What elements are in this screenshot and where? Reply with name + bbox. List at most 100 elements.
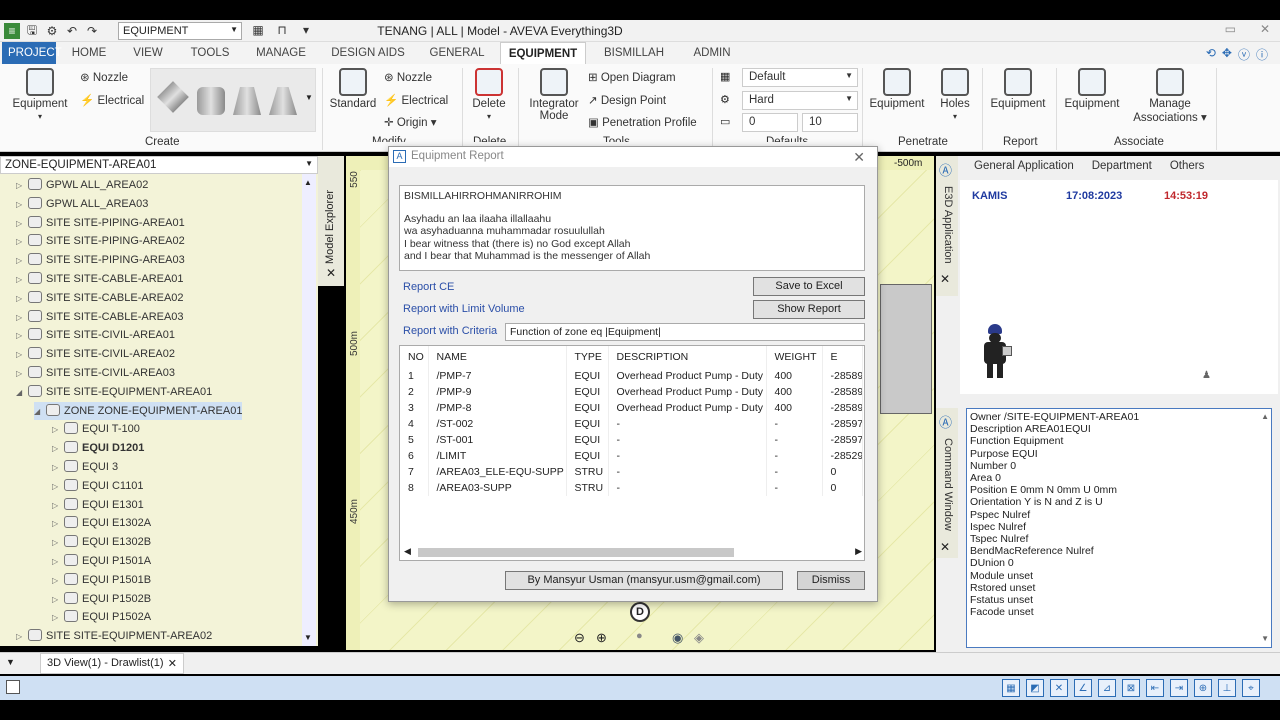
expand-icon[interactable]: ▷ <box>52 421 62 439</box>
modify-origin-button[interactable]: ✛ Origin ▾ <box>384 115 437 129</box>
table-row[interactable]: 1/PMP-7 EQUI Overhead Product Pump - Duty 4… <box>400 368 863 384</box>
column-header[interactable]: E <box>822 346 863 368</box>
lock-icon[interactable]: ⌖ <box>1242 679 1260 697</box>
expand-icon[interactable]: ▷ <box>52 440 62 458</box>
table-scrollbar[interactable]: ◀ ▶ <box>404 546 862 558</box>
angle-icon[interactable]: ∠ <box>1074 679 1092 697</box>
tab-general[interactable]: GENERAL <box>424 42 490 64</box>
scroll-thumb[interactable] <box>418 548 734 557</box>
close-icon[interactable]: ✕ <box>940 540 950 554</box>
scroll-up-icon[interactable]: ▲ <box>304 178 312 187</box>
tab-manage[interactable]: MANAGE <box>250 42 312 64</box>
compass-icon[interactable]: D <box>630 602 650 622</box>
tab-design-aids[interactable]: DESIGN AIDS <box>326 42 410 64</box>
tree-item[interactable]: ▷ SITE SITE-CIVIL-AREA03 <box>16 364 175 382</box>
tree-item[interactable]: ▷ EQUI P1502A <box>52 608 151 626</box>
tree-item[interactable]: ▷ SITE SITE-PIPING-AREA03 <box>16 251 185 269</box>
expand-icon[interactable]: ▷ <box>16 196 26 214</box>
info-icon[interactable]: ⓘ <box>1256 46 1268 63</box>
close-icon[interactable]: ✕ <box>168 657 177 670</box>
expand-icon[interactable]: ▷ <box>16 215 26 233</box>
tree-item[interactable]: ▷ EQUI E1301 <box>52 496 144 514</box>
tree-item[interactable]: ▷ EQUI T-100 <box>52 420 140 438</box>
modify-electrical-button[interactable]: ⚡ Electrical <box>384 93 448 107</box>
gallery-more-icon[interactable]: ▼ <box>305 93 313 102</box>
expand-icon[interactable]: ▷ <box>52 459 62 477</box>
table-row[interactable]: 2/PMP-9 EQUI Overhead Product Pump - Duty 4… <box>400 384 863 400</box>
level-to-input[interactable]: 10 <box>802 113 858 132</box>
tab-home[interactable]: HOME <box>66 42 112 64</box>
table-row[interactable]: 7/AREA03_ELE-EQU-SUPP STRU - -0 <box>400 464 863 480</box>
author-button[interactable]: By Mansyur Usman (mansyur.usm@gmail.com) <box>505 571 783 590</box>
expand-icon[interactable]: ▷ <box>16 365 26 383</box>
column-header[interactable]: NO <box>400 346 429 368</box>
tree-item[interactable]: ▷ SITE SITE-EQUIPMENT-AREA02 <box>16 627 212 645</box>
tree-item[interactable]: ▷ EQUI P1501B <box>52 571 151 589</box>
expand-icon[interactable]: ▷ <box>52 572 62 590</box>
target-icon[interactable]: ⊕ <box>1194 679 1212 697</box>
expand-icon[interactable]: ▷ <box>52 515 62 533</box>
cube-icon[interactable]: ◈ <box>694 630 704 646</box>
command-window-tab[interactable]: Ⓐ Command Window ✕ <box>936 408 958 558</box>
save-to-excel-button[interactable]: Save to Excel <box>753 277 865 296</box>
column-header[interactable]: TYPE <box>566 346 609 368</box>
scroll-left-icon[interactable]: ◀ <box>404 546 411 557</box>
delete-button[interactable]: Delete ▾ <box>468 68 510 122</box>
tree-item[interactable]: ▷ GPWL ALL_AREA02 <box>16 176 148 194</box>
command-output[interactable]: Owner /SITE-EQUIPMENT-AREA01 Description … <box>966 408 1272 648</box>
show-report-button[interactable]: Show Report <box>753 300 865 319</box>
modify-standard-button[interactable]: Standard <box>328 68 378 110</box>
ortho-icon[interactable]: ◩ <box>1026 679 1044 697</box>
cross-icon[interactable]: ✕ <box>1050 679 1068 697</box>
cylinder-icon[interactable] <box>197 87 225 115</box>
restore-icon[interactable]: ▭ <box>1225 22 1236 36</box>
measure-icon[interactable]: ⊿ <box>1098 679 1116 697</box>
tree-item[interactable]: ▷ EQUI 3 <box>52 458 118 476</box>
home-view-icon[interactable]: ● <box>636 630 643 642</box>
tree-item[interactable]: ▷ EQUI D1201 <box>52 439 144 457</box>
tree-item[interactable]: ▷ SITE SITE-CABLE-AREA01 <box>16 270 184 288</box>
expand-icon[interactable]: ◢ <box>34 403 44 421</box>
tab-equipment[interactable]: EQUIPMENT <box>500 42 586 64</box>
expand-icon[interactable]: ▷ <box>16 327 26 345</box>
tree-item[interactable]: ▷ SITE SITE-PIPING-AREA01 <box>16 214 185 232</box>
e3d-application-tab[interactable]: Ⓐ E3D Application ✕ <box>936 156 958 296</box>
globe-icon[interactable]: ◉ <box>672 630 683 646</box>
help-icon[interactable]: ⓥ <box>1238 46 1250 63</box>
pick-icon[interactable]: ⊠ <box>1122 679 1140 697</box>
expand-icon[interactable]: ▷ <box>16 309 26 327</box>
tree-item[interactable]: ▷ SITE SITE-CABLE-AREA02 <box>16 289 184 307</box>
penetration-profile-button[interactable]: ▣ Penetration Profile <box>588 115 697 129</box>
table-row[interactable]: 8/AREA03-SUPP STRU - -0 <box>400 480 863 496</box>
expand-icon[interactable]: ▷ <box>52 553 62 571</box>
create-electrical-button[interactable]: ⚡ Electrical <box>80 93 144 107</box>
table-row[interactable]: 5/ST-001EQUI---285970 <box>400 432 863 448</box>
holes-button[interactable]: Holes ▾ <box>934 68 976 122</box>
close-icon[interactable]: ✕ <box>326 266 336 280</box>
level-from-input[interactable]: 0 <box>742 113 798 132</box>
tab-3d-view[interactable]: 3D View(1) - Drawlist(1) ✕ <box>40 653 184 674</box>
associate-equipment-button[interactable]: Equipment <box>1060 68 1124 110</box>
share-icon[interactable]: ⟲ <box>1206 46 1216 63</box>
open-diagram-button[interactable]: ⊞ Open Diagram <box>588 70 676 84</box>
column-header[interactable]: WEIGHT <box>766 346 823 368</box>
penetrate-equipment-button[interactable]: Equipment <box>866 68 928 110</box>
tree-item[interactable]: ▷ EQUI C1101 <box>52 477 144 495</box>
tab-general-application[interactable]: General Application <box>974 160 1074 174</box>
integrator-mode-button[interactable]: Integrator Mode <box>526 68 582 122</box>
expand-icon[interactable]: ▷ <box>52 609 62 627</box>
scroll-right-icon[interactable]: ▶ <box>855 546 862 557</box>
expand-icon[interactable]: ▷ <box>16 628 26 646</box>
report-equipment-button[interactable]: Equipment <box>986 68 1050 110</box>
expand-icon[interactable]: ▷ <box>16 271 26 289</box>
scroll-up-icon[interactable]: ▲ <box>1261 411 1269 423</box>
report-limit-volume-link[interactable]: Report with Limit Volume <box>403 303 525 315</box>
tree-item[interactable]: ▷ SITE SITE-CIVIL-AREA01 <box>16 326 175 344</box>
create-nozzle-button[interactable]: ⊛ Nozzle <box>80 70 128 84</box>
column-header[interactable]: DESCRIPTION <box>608 346 767 368</box>
tree-item[interactable]: ▷ SITE SITE-CIVIL-AREA02 <box>16 345 175 363</box>
tab-project[interactable]: PROJECT <box>2 42 62 64</box>
expand-icon[interactable]: ▷ <box>16 252 26 270</box>
default-combo[interactable]: Default ▼ <box>742 68 858 87</box>
tree-item[interactable]: ▷ EQUI P1501A <box>52 552 151 570</box>
